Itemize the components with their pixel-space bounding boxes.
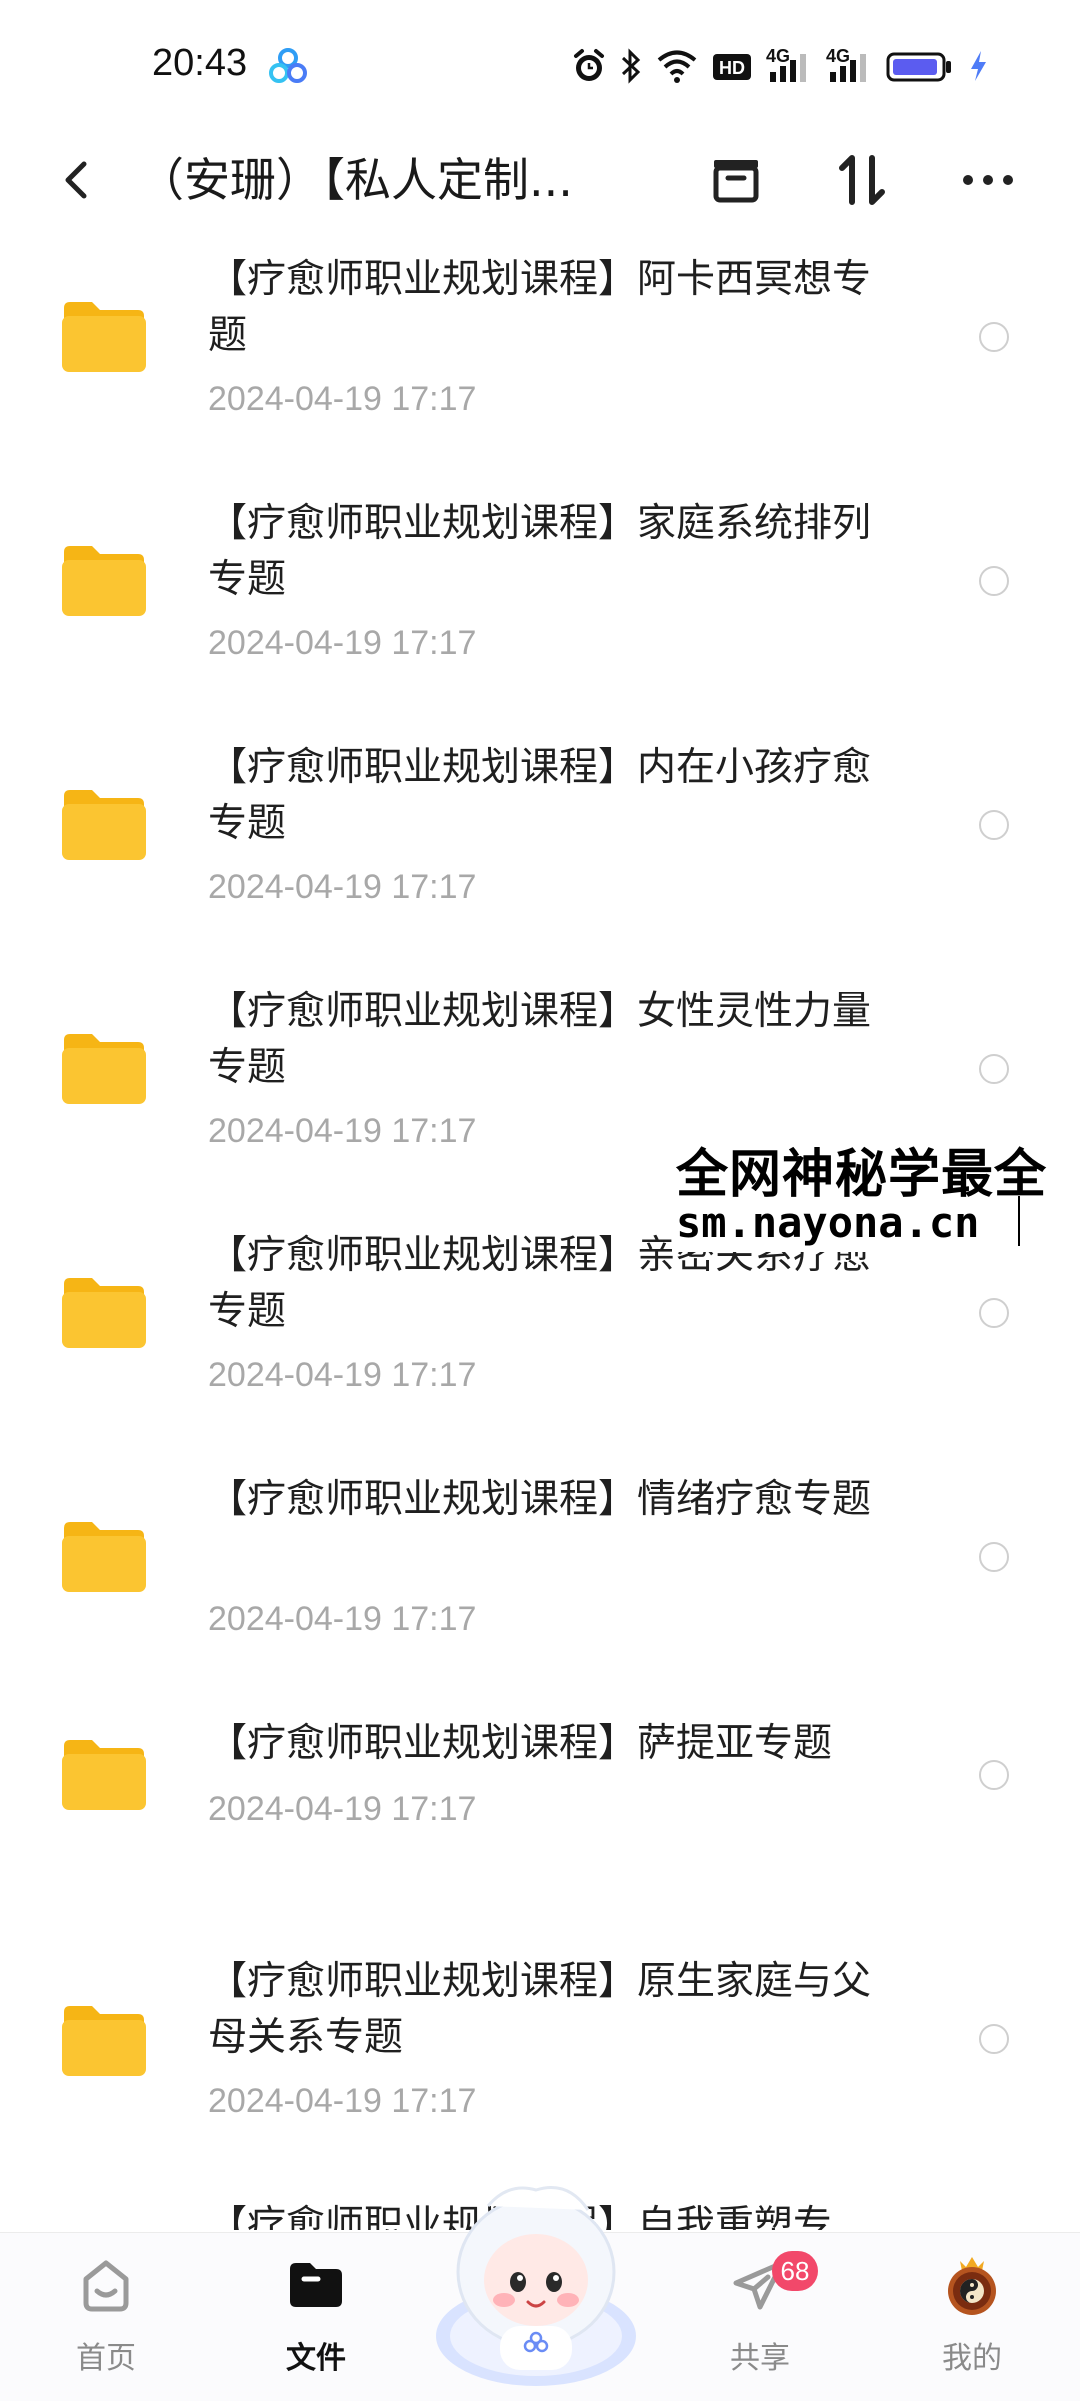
archive-icon[interactable] [706,150,766,210]
wifi-icon [657,50,697,83]
nav-mine[interactable]: 我的 [902,2253,1042,2393]
status-icons: HD 4G 4G [572,44,988,88]
watermark-url: sm.nayona.cn [676,1198,980,1247]
folder-icon [290,2263,342,2307]
file-date: 2024-04-19 17:17 [208,1356,477,1394]
file-row[interactable]: 【疗愈师职业规划课程】萨提亚专题 2024-04-19 17:17 [0,1694,1080,1884]
file-name: 【疗愈师职业规划课程】家庭系统排列专题 [208,501,872,602]
file-row[interactable]: 【疗愈师职业规划课程】原生家庭与父母关系专题 2024-04-19 17:17 [0,1914,1080,2158]
ai-assistant-mascot[interactable] [428,2176,644,2392]
status-time: 20:43 [152,42,248,84]
folder-icon [62,1522,146,1592]
file-name: 【疗愈师职业规划课程】内在小孩疗愈专题 [208,745,872,846]
file-name: 【疗愈师职业规划课程】情绪疗愈专题 [208,1477,872,1522]
hd-icon: HD [713,54,751,80]
back-icon[interactable] [48,150,108,210]
signal-4g-label-2: 4G [826,48,850,66]
charging-icon [971,51,986,81]
file-row[interactable]: 【疗愈师职业规划课程】阿卡西冥想专题 2024-04-19 17:17 [0,230,1080,474]
sort-icon[interactable] [832,150,892,210]
nav-label-mine: 我的 [942,2341,1002,2376]
select-checkbox[interactable] [979,1054,1009,1084]
nav-label-files: 文件 [286,2341,346,2376]
battery-icon [886,52,951,82]
select-checkbox[interactable] [979,1760,1009,1790]
file-date: 2024-04-19 17:17 [208,624,477,662]
text-cursor [1018,1196,1020,1246]
nav-home[interactable]: 首页 [36,2253,176,2393]
select-checkbox[interactable] [979,2024,1009,2054]
signal-4g-label: 4G [766,48,790,66]
folder-icon [62,1740,146,1810]
status-bar: 20:43 HD 4G 4G [0,0,1080,130]
select-checkbox[interactable] [979,1298,1009,1328]
hd-label: HD [719,58,745,78]
select-checkbox[interactable] [979,810,1009,840]
file-date: 2024-04-19 17:17 [208,1790,477,1828]
folder-icon [62,790,146,860]
nav-label-home: 首页 [76,2341,136,2376]
home-icon [83,2260,129,2312]
folder-icon [62,2006,146,2076]
file-date: 2024-04-19 17:17 [208,380,477,418]
nav-share[interactable]: 68 共享 [690,2251,830,2393]
avatar-icon [948,2257,996,2315]
watermark-title: 全网神秘学最全 [676,1145,1048,1205]
app-notification-icon [269,48,307,83]
file-name: 【疗愈师职业规划课程】原生家庭与父母关系专题 [208,1959,872,2060]
share-badge: 68 [772,2251,818,2291]
signal-4g-icon: 4G [766,48,806,82]
page-title: （安珊）【私人定制... [138,153,573,207]
file-date: 2024-04-19 17:17 [208,1112,477,1150]
nav-label-share: 共享 [730,2341,790,2376]
folder-icon [62,546,146,616]
file-name: 【疗愈师职业规划课程】女性灵性力量专题 [208,989,872,1090]
folder-icon [62,1278,146,1348]
file-name: 【疗愈师职业规划课程】阿卡西冥想专题 [208,257,872,358]
file-date: 2024-04-19 17:17 [208,1600,477,1638]
nav-files[interactable]: 文件 [246,2253,386,2393]
file-row[interactable]: 【疗愈师职业规划课程】家庭系统排列专题 2024-04-19 17:17 [0,474,1080,718]
select-checkbox[interactable] [979,1542,1009,1572]
file-row[interactable]: 【疗愈师职业规划课程】内在小孩疗愈专题 2024-04-19 17:17 [0,718,1080,962]
folder-icon [62,1034,146,1104]
file-date: 2024-04-19 17:17 [208,2082,477,2120]
file-date: 2024-04-19 17:17 [208,868,477,906]
header: （安珊）【私人定制... [0,130,1080,230]
alarm-icon [574,49,604,81]
select-checkbox[interactable] [979,322,1009,352]
select-checkbox[interactable] [979,566,1009,596]
more-icon[interactable] [958,150,1018,210]
file-row[interactable]: 【疗愈师职业规划课程】情绪疗愈专题 2024-04-19 17:17 [0,1450,1080,1694]
bluetooth-icon [621,48,641,84]
signal-4g-icon-2: 4G [826,48,866,82]
file-name: 【疗愈师职业规划课程】萨提亚专题 [208,1721,833,1766]
folder-icon [62,302,146,372]
